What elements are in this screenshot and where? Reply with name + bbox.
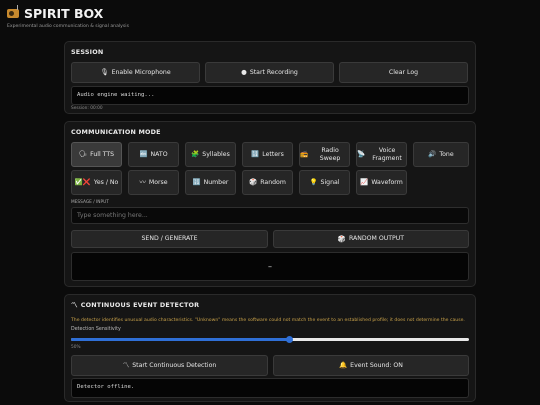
mode-full-tts-button[interactable]: 🗣 Full TTS bbox=[71, 142, 122, 167]
detector-title: CONTINUOUS EVENT DETECTOR bbox=[80, 301, 200, 309]
clear-log-button[interactable]: Clear Log bbox=[339, 62, 468, 83]
random-output-label: RANDOM OUTPUT bbox=[349, 235, 405, 243]
wand-icon: 〽 bbox=[71, 300, 78, 309]
mode-nato-button[interactable]: 🔤 NATO bbox=[128, 142, 179, 167]
session-timer: Session: 00:00 bbox=[71, 106, 103, 111]
output-value: – bbox=[268, 262, 272, 271]
mode-waveform-button[interactable]: 📈 Waveform bbox=[356, 170, 407, 195]
communication-panel: COMMUNICATION MODE 🗣 Full TTS 🔤 NATO 🧩 Syll… bbox=[64, 121, 476, 287]
mode-label: NATO bbox=[150, 150, 168, 158]
mode-signal-button[interactable]: 💡 Signal bbox=[299, 170, 350, 195]
radio-icon bbox=[7, 5, 19, 18]
wave-icon: 〰 bbox=[139, 178, 146, 187]
mode-label: Waveform bbox=[371, 178, 403, 186]
sensitivity-thumb[interactable] bbox=[286, 336, 294, 343]
detector-log: Detector offline. bbox=[71, 378, 469, 398]
radio-icon: 📻 bbox=[300, 150, 309, 159]
mode-label: Radio Sweep bbox=[319, 147, 341, 162]
detector-note: The detector identifies unusual audio ch… bbox=[71, 318, 465, 323]
random-output-button[interactable]: 🎲 RANDOM OUTPUT bbox=[273, 230, 469, 248]
puzzle-icon: 🧩 bbox=[191, 150, 200, 159]
abc-icon: 🔤 bbox=[139, 150, 148, 159]
mode-label: Voice Fragment bbox=[372, 147, 402, 162]
check-cross-icon: ✅❌ bbox=[74, 178, 91, 187]
mode-label: Morse bbox=[148, 178, 168, 186]
mode-label: Tone bbox=[439, 150, 454, 158]
detector-title-row: 〽 CONTINUOUS EVENT DETECTOR bbox=[71, 301, 199, 309]
event-sound-label: Event Sound: ON bbox=[350, 361, 403, 369]
mode-voice-fragment-button[interactable]: 📡 Voice Fragment bbox=[356, 142, 407, 167]
mode-label: Yes / No bbox=[93, 178, 119, 186]
detector-panel: 〽 CONTINUOUS EVENT DETECTOR The detector… bbox=[64, 294, 476, 402]
chart-icon: 📈 bbox=[360, 178, 369, 187]
output-display: – bbox=[71, 252, 469, 281]
clear-log-label: Clear Log bbox=[388, 68, 419, 76]
mode-label: Number bbox=[203, 178, 229, 186]
message-label: MESSAGE / INPUT bbox=[71, 200, 109, 205]
sensitivity-label: Detection Sensitivity bbox=[71, 327, 121, 332]
mode-label: Letters bbox=[262, 150, 284, 158]
mode-syllables-button[interactable]: 🧩 Syllables bbox=[185, 142, 236, 167]
mode-label: Signal bbox=[320, 178, 340, 186]
send-generate-button[interactable]: SEND / GENERATE bbox=[71, 230, 268, 248]
start-detection-label: Start Continuous Detection bbox=[132, 361, 217, 369]
dice-icon: 🎲 bbox=[337, 234, 346, 243]
sensitivity-value: 50% bbox=[71, 345, 81, 350]
app-header: SPIRIT BOX Experimental audio communicat… bbox=[7, 5, 533, 29]
start-recording-button[interactable]: ● Start Recording bbox=[205, 62, 334, 83]
app-subtitle: Experimental audio communication & signa… bbox=[7, 24, 129, 29]
session-panel: SESSION 🎙 Enable Microphone ● Start Reco… bbox=[64, 41, 476, 114]
wand-icon: 〽 bbox=[122, 361, 130, 370]
enable-microphone-label: Enable Microphone bbox=[111, 68, 171, 76]
start-detection-button[interactable]: 〽 Start Continuous Detection bbox=[71, 355, 268, 376]
enable-microphone-button[interactable]: 🎙 Enable Microphone bbox=[71, 62, 200, 83]
record-dot-icon: ● bbox=[241, 68, 247, 77]
session-log: Audio engine waiting... bbox=[71, 86, 469, 105]
microphone-icon: 🎙 bbox=[100, 68, 109, 77]
numbers-icon: 🔢 bbox=[192, 178, 201, 187]
mode-number-button[interactable]: 🔢 Number bbox=[185, 170, 236, 195]
sensitivity-fill bbox=[71, 338, 290, 341]
mode-random-button[interactable]: 🎲 Random bbox=[242, 170, 293, 195]
mode-tone-button[interactable]: 🔊 Tone bbox=[413, 142, 469, 167]
mode-label: Syllables bbox=[202, 150, 230, 158]
satellite-icon: 📡 bbox=[357, 150, 366, 159]
mode-morse-button[interactable]: 〰 Morse bbox=[128, 170, 179, 195]
sensitivity-slider[interactable] bbox=[71, 336, 469, 343]
send-generate-label: SEND / GENERATE bbox=[141, 235, 198, 243]
mode-label: Full TTS bbox=[90, 150, 115, 158]
mode-radio-sweep-button[interactable]: 📻 Radio Sweep bbox=[299, 142, 350, 167]
dice-icon: 🎲 bbox=[249, 178, 258, 187]
session-title: SESSION bbox=[71, 48, 104, 56]
message-input[interactable]: Type something here... bbox=[71, 207, 469, 224]
speaker-icon: 🔊 bbox=[428, 150, 437, 159]
bell-icon: 🔔 bbox=[339, 361, 348, 370]
mode-yes-no-button[interactable]: ✅❌ Yes / No bbox=[71, 170, 122, 195]
bulb-icon: 💡 bbox=[309, 178, 318, 187]
communication-title: COMMUNICATION MODE bbox=[71, 128, 161, 136]
speech-head-icon: 🗣 bbox=[78, 150, 88, 159]
event-sound-toggle[interactable]: 🔔 Event Sound: ON bbox=[273, 355, 469, 376]
mode-letters-button[interactable]: 🔢 Letters bbox=[242, 142, 293, 167]
start-recording-label: Start Recording bbox=[249, 68, 298, 76]
app-title-row: SPIRIT BOX bbox=[7, 5, 533, 21]
app-title: SPIRIT BOX bbox=[24, 6, 104, 21]
mode-label: Random bbox=[260, 178, 286, 186]
numbers-icon: 🔢 bbox=[251, 150, 260, 159]
